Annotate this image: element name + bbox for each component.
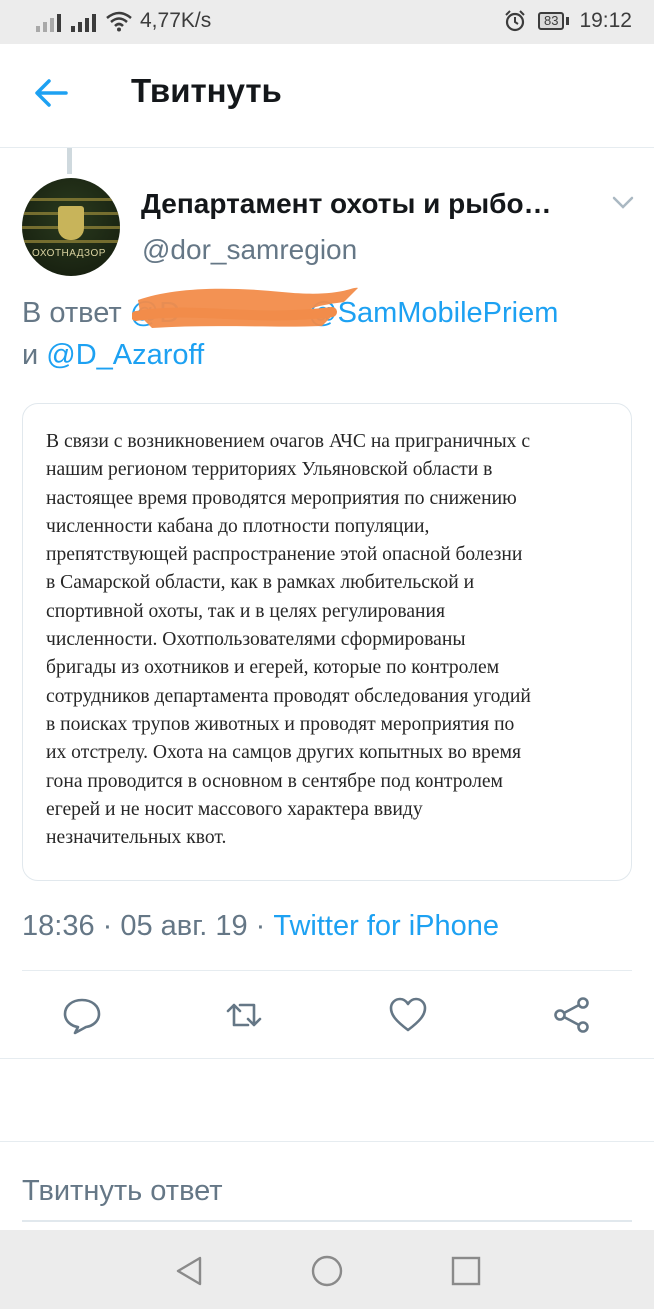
image-text-line: настоящее время проводятся мероприятия п… <box>46 487 517 509</box>
nav-back-icon[interactable] <box>172 1254 206 1288</box>
battery-icon: 83 <box>537 12 565 30</box>
author-display-name[interactable]: Департамент охоты и рыбо… <box>141 188 552 220</box>
tweet-meta: 18:36 · 05 авг. 19 · Twitter for iPhone <box>22 910 499 943</box>
status-time: 19:12 <box>579 9 632 32</box>
wifi-icon <box>106 11 132 32</box>
tweet-timestamp: 18:36 · 05 авг. 19 · <box>22 910 274 942</box>
image-text-line: бригады из охотников и егерей, которые п… <box>46 657 500 679</box>
status-bar-left: 4,77K/s <box>36 9 211 33</box>
divider <box>0 1058 654 1059</box>
image-text-line: численности. Охотпользователями сформиро… <box>46 629 466 651</box>
page-title: Твитнуть <box>131 72 282 109</box>
reply-to-line-2: и @D_Azaroff <box>22 339 204 372</box>
divider <box>22 970 632 971</box>
alarm-icon <box>505 10 525 32</box>
image-text-line: их отстрелу. Охота на самцов других копы… <box>46 742 521 764</box>
author-handle[interactable]: @dor_samregion <box>142 234 357 266</box>
tweet-image-card[interactable]: В связи с возникновением очагов АЧС на п… <box>22 403 632 881</box>
redaction-scribble <box>132 287 358 328</box>
system-nav-bar <box>0 1230 654 1309</box>
share-icon[interactable] <box>552 995 592 1035</box>
avatar-label: ОХОТНАДЗОР <box>32 248 106 259</box>
retweet-icon[interactable] <box>224 995 264 1035</box>
reply-and: и <box>22 339 39 371</box>
status-bar: 4,77K/s 83 19:12 <box>0 0 654 44</box>
image-text-line: В связи с возникновением очагов АЧС на п… <box>46 431 531 452</box>
chevron-down-icon[interactable] <box>612 196 634 210</box>
reply-prefix: В ответ <box>22 297 122 329</box>
coat-of-arms-icon <box>58 206 84 240</box>
image-text-line: нашим регионом территориях Ульяновской о… <box>46 459 493 481</box>
image-text: В связи с возникновением очагов АЧС на п… <box>46 428 618 852</box>
top-app-bar: Твитнуть <box>0 44 654 148</box>
image-text-line: численности кабана до плотности популяци… <box>46 515 430 537</box>
reply-mention-link[interactable]: @D_Azaroff <box>46 339 204 371</box>
image-text-line: в поисках трупов животных и проводят мер… <box>46 713 515 735</box>
signal-icon <box>36 10 61 32</box>
battery-tip <box>566 17 570 25</box>
reply-input-underline <box>22 1220 632 1222</box>
avatar-stripe <box>22 240 120 243</box>
tweet-actions <box>0 995 654 1039</box>
signal-icon-2 <box>71 10 96 32</box>
reply-icon[interactable] <box>62 995 102 1035</box>
network-speed: 4,77K/s <box>140 9 212 32</box>
image-text-line: гона проводится в основном в сентябре по… <box>46 770 503 792</box>
thread-connector <box>67 148 72 174</box>
image-text-line: препятствующей распространение этой опас… <box>46 544 523 566</box>
image-text-line: незначительных квот. <box>46 827 227 849</box>
image-text-line: спортивной охоты, так и в целях регулиро… <box>46 600 446 622</box>
image-text-line: в Самарской области, как в рамках любите… <box>46 572 475 594</box>
heart-icon[interactable] <box>388 995 428 1035</box>
image-text-line: сотрудников департамента проводят обслед… <box>46 685 531 707</box>
back-arrow-icon[interactable] <box>34 78 68 108</box>
image-text-line: егерей и не носит массового характера вв… <box>46 798 423 820</box>
status-bar-right: 83 19:12 <box>504 9 632 33</box>
tweet-source-link[interactable]: Twitter for iPhone <box>273 910 499 942</box>
avatar-stripe <box>22 198 120 201</box>
nav-home-icon[interactable] <box>310 1254 344 1288</box>
avatar[interactable]: ОХОТНАДЗОР <box>22 178 120 276</box>
reply-input[interactable] <box>22 1168 632 1214</box>
divider <box>0 1141 654 1142</box>
nav-recents-icon[interactable] <box>449 1254 483 1288</box>
